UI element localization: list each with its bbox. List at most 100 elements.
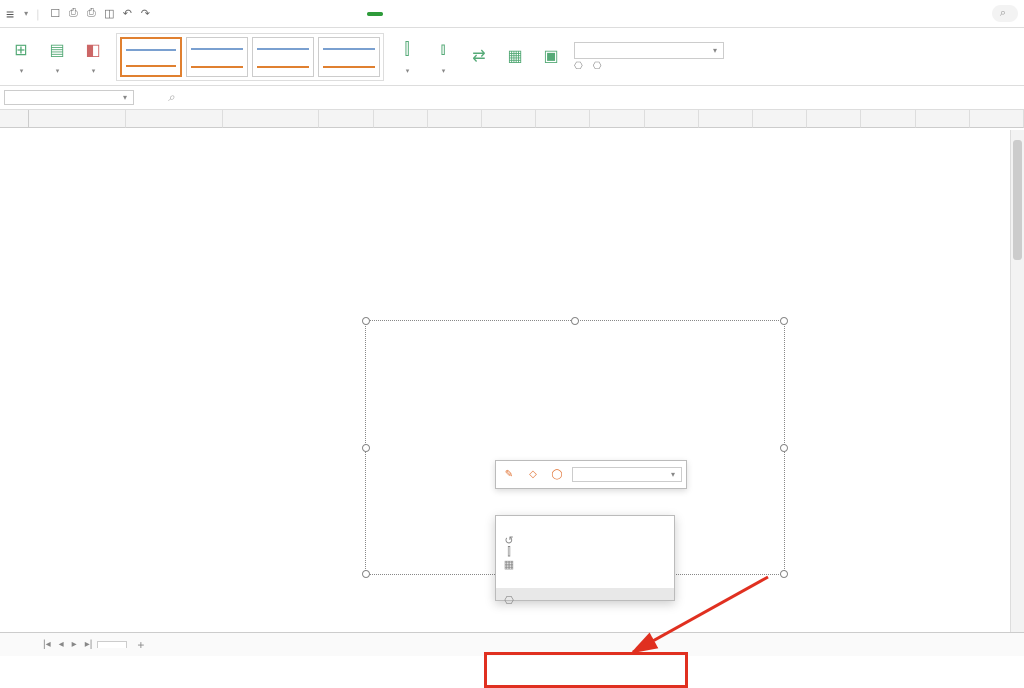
bucket-icon: ◇ <box>524 465 542 483</box>
outline-icon: ◯ <box>548 465 566 483</box>
resize-handle[interactable] <box>362 444 370 452</box>
change-type-button[interactable]: ⫾ <box>430 37 456 76</box>
col-header[interactable] <box>753 110 807 128</box>
add-element-button[interactable]: ⊞ <box>8 37 34 76</box>
series-selector-mini[interactable]: ▾ <box>572 467 682 482</box>
ctx-change-type[interactable]: ⫿ <box>496 540 674 552</box>
format-icon: ⎔ <box>502 594 516 607</box>
select-data-icon: ▦ <box>502 43 528 69</box>
switch-icon: ⇄ <box>466 43 492 69</box>
formula-bar: ▾ <box>0 86 1024 110</box>
context-menu: ↺ ⫿ ▦ ⎔ <box>495 515 675 601</box>
preview-icon[interactable]: ◫ <box>101 6 117 22</box>
chevron-down-icon: ▾ <box>713 46 717 55</box>
chart-style-3[interactable] <box>252 37 314 77</box>
style-button[interactable]: ✎ <box>500 465 518 484</box>
tab-nav-prev[interactable]: ◂ <box>56 639 67 650</box>
fx-label[interactable] <box>168 90 181 105</box>
quick-layout-icon: ▤ <box>44 37 70 63</box>
col-header[interactable] <box>916 110 970 128</box>
resize-handle[interactable] <box>780 317 788 325</box>
template-chart-icon: ⫿ <box>394 37 420 63</box>
name-box[interactable]: ▾ <box>4 90 134 105</box>
y-axis[interactable] <box>372 355 396 544</box>
outline-button[interactable]: ◯ <box>548 465 566 484</box>
resize-handle[interactable] <box>362 570 370 578</box>
divider: | <box>36 7 39 21</box>
change-color-icon: ◧ <box>80 37 106 63</box>
col-header[interactable] <box>807 110 861 128</box>
ribbon: ⊞ ▤ ◧ ⫿ ⫾ ⇄ ▦ ▣ ▾ <box>0 28 1024 86</box>
chart-style-gallery[interactable] <box>116 33 384 81</box>
chart-style-4[interactable] <box>318 37 380 77</box>
sheet-tabs: |◂ ◂ ▸ ▸| + <box>0 632 1024 656</box>
add-element-icon: ⊞ <box>8 37 34 63</box>
annotation-box <box>484 652 688 688</box>
tab-chart-tool[interactable] <box>367 12 383 16</box>
ctx-reset-match[interactable]: ↺ <box>496 528 674 540</box>
brush-icon: ✎ <box>500 465 518 483</box>
col-header[interactable] <box>428 110 482 128</box>
set-format-button[interactable] <box>574 61 585 72</box>
ctx-format-series[interactable]: ⎔ <box>496 588 674 600</box>
change-type-icon: ⫾ <box>430 37 456 63</box>
spreadsheet-grid: ✎ ◇ ◯ ▾ ↺ ⫿ ▦ ⎔ <box>0 110 1024 128</box>
select-all-corner[interactable] <box>0 110 29 128</box>
col-header[interactable] <box>319 110 373 128</box>
select-data-button[interactable]: ▦ <box>502 43 528 71</box>
scroll-thumb[interactable] <box>1013 140 1022 260</box>
col-header[interactable] <box>223 110 320 128</box>
sheet-tab[interactable] <box>97 641 127 648</box>
print-icon[interactable]: ⎙ <box>83 6 99 22</box>
save-icon[interactable]: ☐ <box>47 6 63 22</box>
search-box[interactable]: ⌕ <box>992 5 1018 22</box>
ctx-add-label[interactable] <box>496 564 674 576</box>
tab-nav-first[interactable]: |◂ <box>40 639 54 650</box>
col-header[interactable] <box>29 110 126 128</box>
move-chart-icon: ▣ <box>538 43 564 69</box>
menu-icon[interactable]: ≡ <box>6 6 14 22</box>
mini-toolbar: ✎ ◇ ◯ ▾ <box>495 460 687 489</box>
quick-access-toolbar: ☐ ⎙ ⎙ ◫ ↶ ↷ <box>47 6 153 22</box>
resize-handle[interactable] <box>362 317 370 325</box>
menu-bar: ≡ | ☐ ⎙ ⎙ ◫ ↶ ↷ ⌕ <box>0 0 1024 28</box>
tab-nav-next[interactable]: ▸ <box>69 639 80 650</box>
col-header[interactable] <box>699 110 753 128</box>
col-header[interactable] <box>374 110 428 128</box>
quick-layout-button[interactable]: ▤ <box>44 37 70 76</box>
col-header[interactable] <box>970 110 1024 128</box>
chart-style-2[interactable] <box>186 37 248 77</box>
col-header[interactable] <box>861 110 915 128</box>
search-icon: ⌕ <box>1000 7 1006 20</box>
redo-icon[interactable]: ↷ <box>137 6 153 22</box>
col-header[interactable] <box>590 110 644 128</box>
tab-nav-last[interactable]: ▸| <box>82 639 96 650</box>
undo-icon[interactable]: ↶ <box>119 6 135 22</box>
add-sheet-button[interactable]: + <box>129 635 152 655</box>
col-header[interactable] <box>482 110 536 128</box>
ctx-delete[interactable] <box>496 516 674 528</box>
ctx-add-trend[interactable] <box>496 576 674 588</box>
reset-style-button[interactable] <box>593 61 604 72</box>
ctx-select-data[interactable]: ▦ <box>496 552 674 564</box>
file-menu[interactable] <box>18 7 32 20</box>
change-color-button[interactable]: ◧ <box>80 37 106 76</box>
ribbon-tabs <box>187 12 383 16</box>
resize-handle[interactable] <box>571 317 579 325</box>
resize-handle[interactable] <box>780 444 788 452</box>
series-selector[interactable]: ▾ <box>574 42 724 59</box>
resize-handle[interactable] <box>780 570 788 578</box>
col-header[interactable] <box>645 110 699 128</box>
col-header[interactable] <box>536 110 590 128</box>
move-chart-button[interactable]: ▣ <box>538 43 564 71</box>
chevron-down-icon: ▾ <box>671 470 675 479</box>
series-group: ▾ <box>574 42 724 72</box>
col-header[interactable] <box>126 110 223 128</box>
switch-row-col-button[interactable]: ⇄ <box>466 43 492 71</box>
fill-button[interactable]: ◇ <box>524 465 542 484</box>
chevron-down-icon: ▾ <box>123 93 127 102</box>
vertical-scrollbar[interactable] <box>1010 130 1024 632</box>
save-as-icon[interactable]: ⎙ <box>65 6 81 22</box>
chart-style-1[interactable] <box>120 37 182 77</box>
template-chart-button[interactable]: ⫿ <box>394 37 420 76</box>
